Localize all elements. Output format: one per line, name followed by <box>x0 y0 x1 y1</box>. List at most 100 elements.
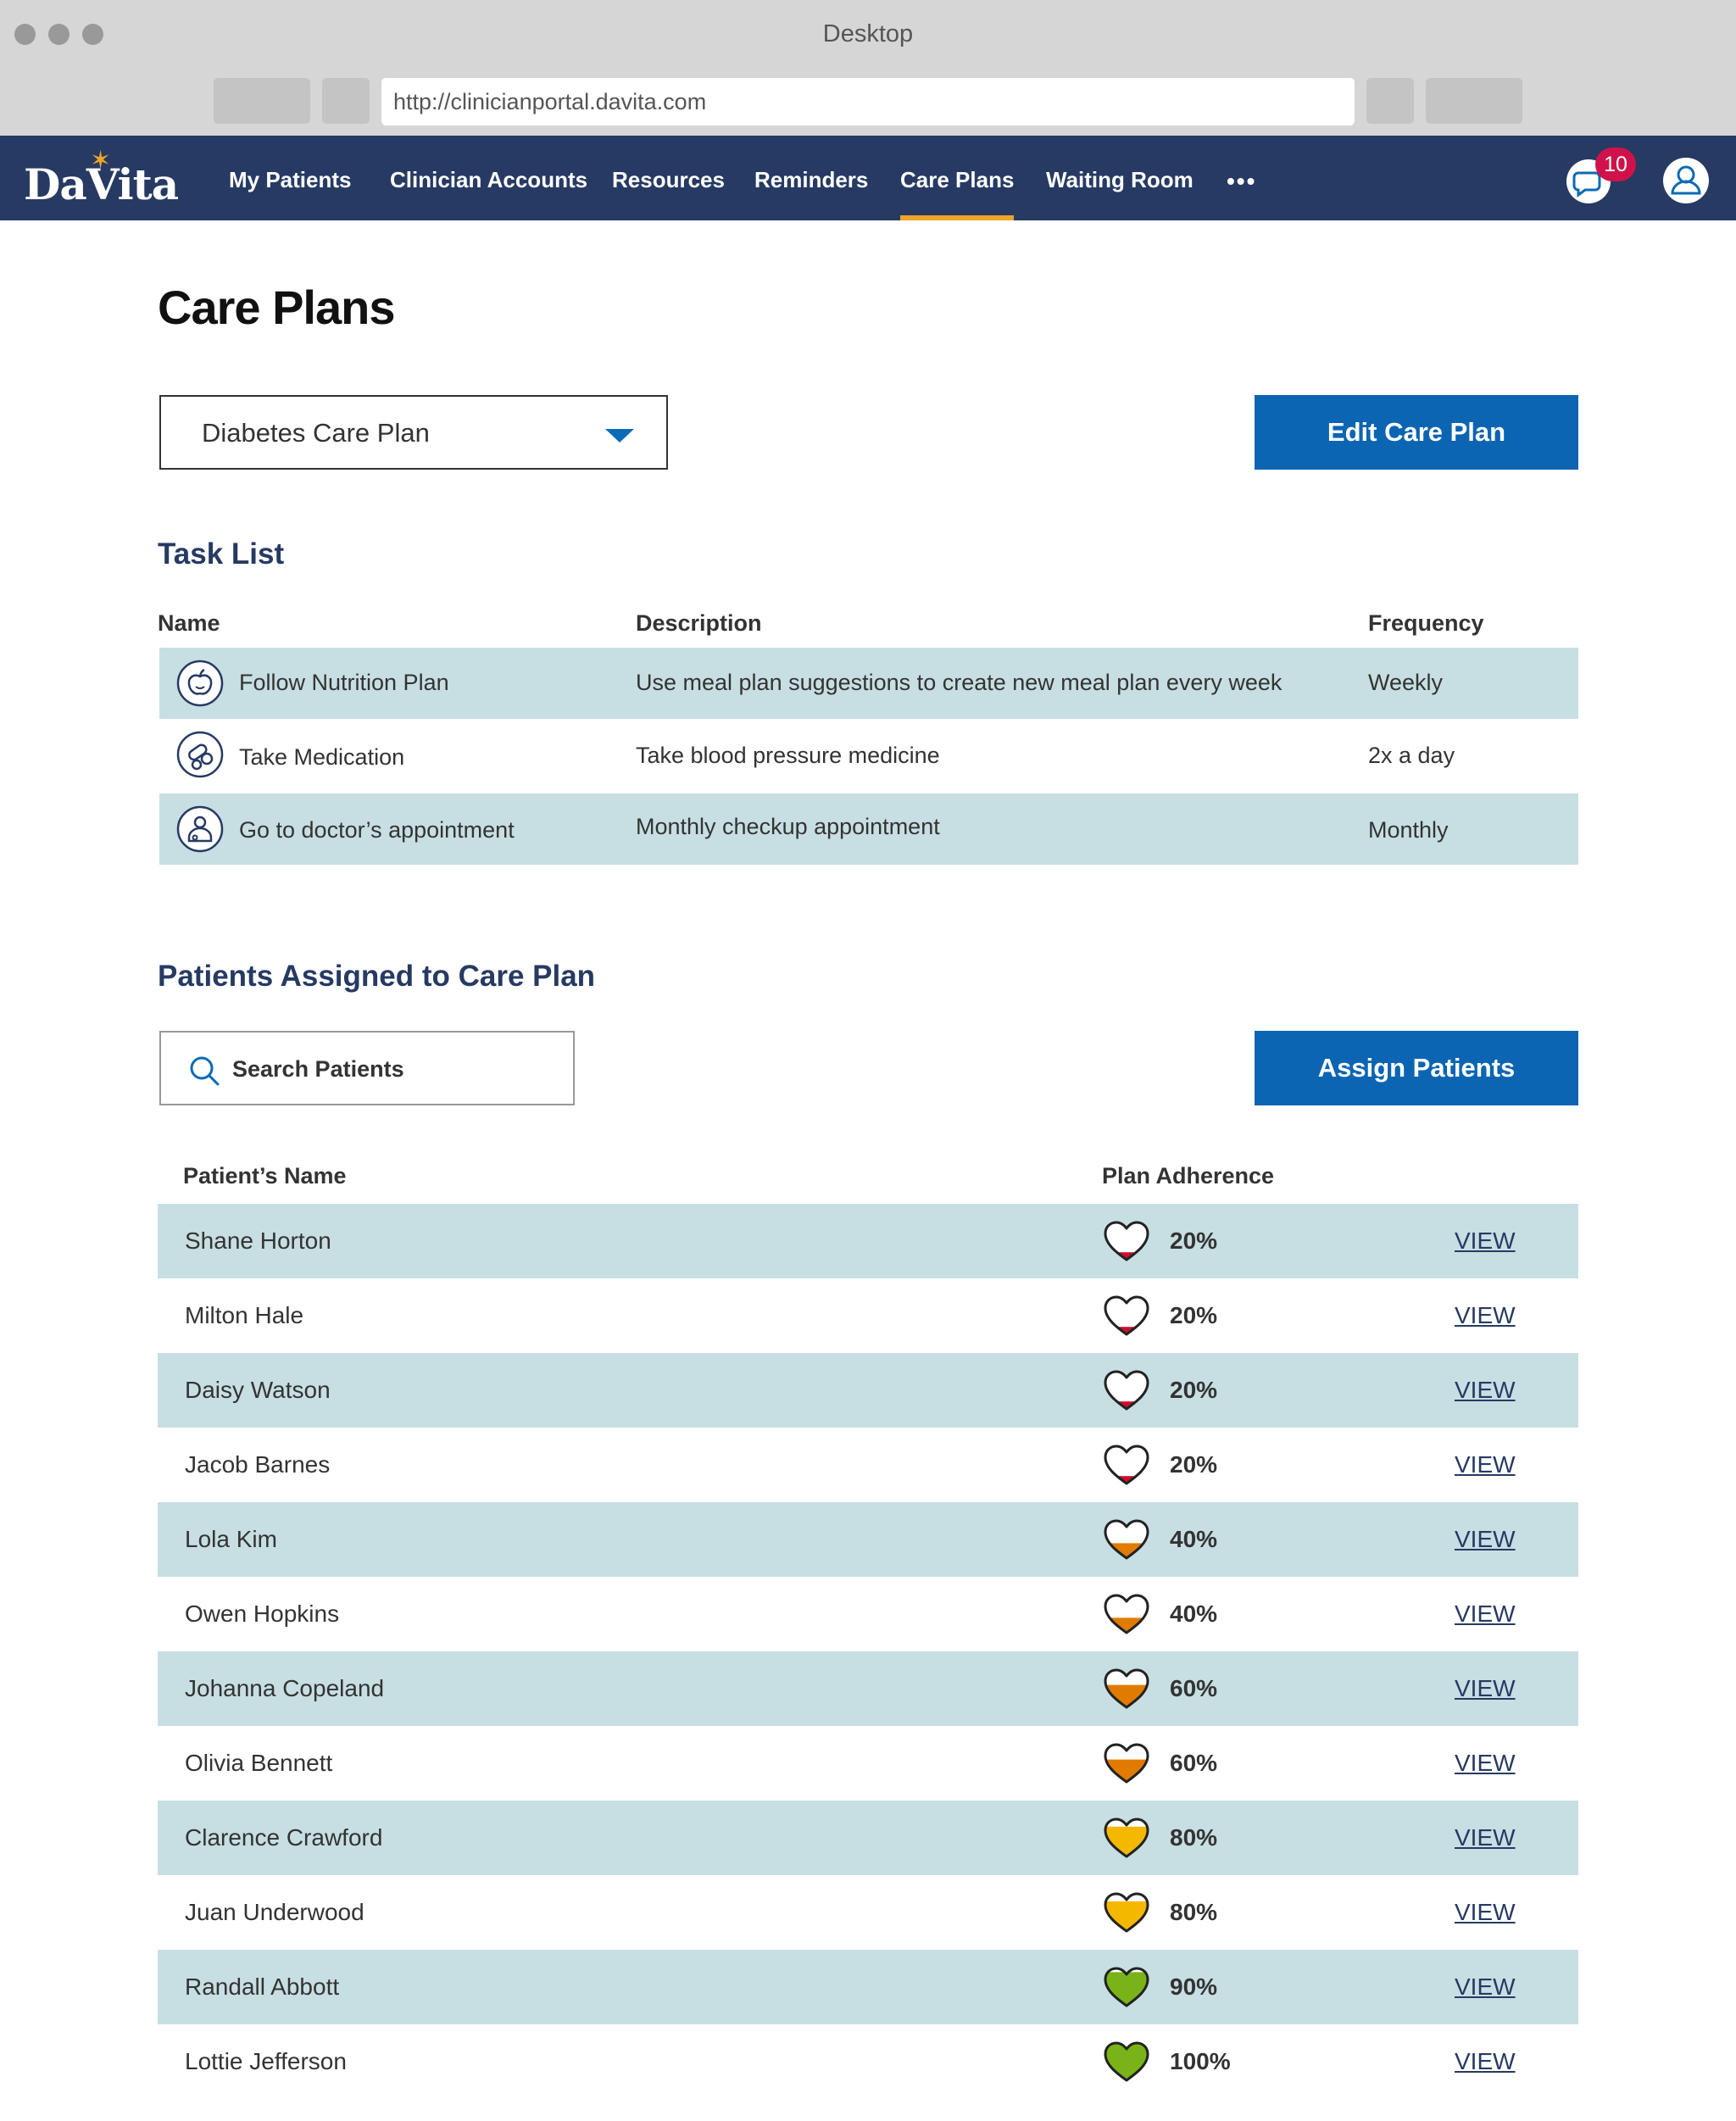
heart-adherence-icon <box>1104 2041 1149 2082</box>
task-frequency: Weekly <box>1368 670 1444 695</box>
task-frequency: 2x a day <box>1368 743 1455 768</box>
heart-adherence-icon <box>1104 1668 1149 1709</box>
task-frequency: Monthly <box>1368 817 1449 843</box>
task-list-heading: Task List <box>158 537 285 571</box>
adherence-percent: 80% <box>1170 1899 1218 1925</box>
adherence-percent: 20% <box>1170 1228 1218 1254</box>
patient-name: Milton Hale <box>185 1302 304 1328</box>
browser-chrome: Desktop http://clinicianportal.davita.co… <box>0 0 1736 136</box>
heart-adherence-icon <box>1104 1295 1149 1336</box>
adherence-percent: 40% <box>1170 1600 1218 1627</box>
view-patient-link[interactable]: VIEW <box>1455 1726 1516 1801</box>
task-description: Monthly checkup appointment <box>636 814 940 839</box>
patient-name: Lola Kim <box>185 1526 277 1552</box>
search-patients-input[interactable]: Search Patients <box>159 1031 575 1105</box>
patient-row: Clarence Crawford 80% VIEW <box>158 1801 1578 1875</box>
address-bar[interactable]: http://clinicianportal.davita.com <box>381 78 1355 125</box>
view-patient-link[interactable]: VIEW <box>1455 1204 1516 1278</box>
browser-tabs-button[interactable] <box>1426 78 1522 124</box>
browser-forward-button[interactable] <box>322 78 370 124</box>
patient-name: Shane Horton <box>185 1228 331 1254</box>
page-title: Care Plans <box>158 281 395 334</box>
adherence-percent: 90% <box>1170 1973 1218 2000</box>
logo-star-icon: ✶ <box>90 147 112 175</box>
patient-name: Daisy Watson <box>185 1377 331 1403</box>
patient-name: Randall Abbott <box>185 1973 340 2000</box>
task-name: Take Medication <box>239 744 405 770</box>
view-patient-link[interactable]: VIEW <box>1455 1428 1516 1502</box>
column-header-frequency: Frequency <box>1368 610 1484 636</box>
doctor-icon <box>176 805 224 853</box>
patient-row: Juan Underwood 80% VIEW <box>158 1875 1578 1950</box>
patients-heading: Patients Assigned to Care Plan <box>158 960 596 993</box>
care-plan-dropdown-value: Diabetes Care Plan <box>202 418 430 448</box>
heart-adherence-icon <box>1104 1967 1149 2007</box>
browser-share-button[interactable] <box>1366 78 1414 124</box>
patient-row: Lottie Jefferson 100% VIEW <box>158 2024 1578 2099</box>
heart-adherence-icon <box>1104 1743 1149 1784</box>
adherence-percent: 60% <box>1170 1675 1218 1701</box>
view-patient-link[interactable]: VIEW <box>1455 1353 1516 1428</box>
view-patient-link[interactable]: VIEW <box>1455 2024 1516 2099</box>
user-icon[interactable] <box>1663 158 1709 203</box>
heart-adherence-icon <box>1104 1818 1149 1858</box>
task-row: Take Medication Take blood pressure medi… <box>159 719 1578 790</box>
column-header-description: Description <box>636 610 762 636</box>
view-patient-link[interactable]: VIEW <box>1455 1278 1516 1353</box>
patient-row: Jacob Barnes 20% VIEW <box>158 1428 1578 1502</box>
nav-reminders[interactable]: Reminders <box>754 136 868 220</box>
view-patient-link[interactable]: VIEW <box>1455 1651 1516 1726</box>
adherence-percent: 40% <box>1170 1526 1218 1552</box>
nav-my-patients[interactable]: My Patients <box>229 136 352 220</box>
task-row: Go to doctor’s appointment Monthly check… <box>159 793 1578 865</box>
nav-waiting-room[interactable]: Waiting Room <box>1046 136 1194 220</box>
column-header-plan-adherence: Plan Adherence <box>1102 1163 1275 1189</box>
davita-logo[interactable]: DaVita ✶ <box>24 147 179 209</box>
adherence-percent: 60% <box>1170 1750 1218 1776</box>
task-row: Follow Nutrition Plan Use meal plan sugg… <box>159 648 1578 719</box>
task-description: Use meal plan suggestions to create new … <box>636 670 1283 695</box>
task-description: Take blood pressure medicine <box>636 743 940 768</box>
apple-icon <box>176 660 224 707</box>
patient-name: Olivia Bennett <box>185 1750 333 1776</box>
patient-row: Daisy Watson 20% VIEW <box>158 1353 1578 1428</box>
edit-care-plan-button[interactable]: Edit Care Plan <box>1255 395 1578 470</box>
view-patient-link[interactable]: VIEW <box>1455 1950 1516 2024</box>
patient-row: Johanna Copeland 60% VIEW <box>158 1651 1578 1726</box>
heart-adherence-icon <box>1104 1594 1149 1634</box>
patient-name: Jacob Barnes <box>185 1451 331 1478</box>
view-patient-link[interactable]: VIEW <box>1455 1801 1516 1875</box>
assign-patients-button[interactable]: Assign Patients <box>1255 1031 1578 1105</box>
chevron-down-icon <box>605 429 634 443</box>
patient-name: Owen Hopkins <box>185 1600 340 1627</box>
patient-row: Lola Kim 40% VIEW <box>158 1502 1578 1577</box>
adherence-percent: 20% <box>1170 1302 1218 1328</box>
adherence-percent: 20% <box>1170 1451 1218 1478</box>
patient-name: Johanna Copeland <box>185 1675 385 1701</box>
task-name: Go to doctor’s appointment <box>239 817 515 843</box>
nav-resources[interactable]: Resources <box>612 136 725 220</box>
patient-row: Owen Hopkins 40% VIEW <box>158 1577 1578 1651</box>
view-patient-link[interactable]: VIEW <box>1455 1875 1516 1950</box>
nav-care-plans[interactable]: Care Plans <box>900 136 1015 220</box>
patient-row: Olivia Bennett 60% VIEW <box>158 1726 1578 1801</box>
patient-name: Clarence Crawford <box>185 1824 383 1851</box>
more-dots-icon[interactable]: ••• <box>1227 168 1256 195</box>
pills-icon <box>176 731 224 778</box>
patient-row: Shane Horton 20% VIEW <box>158 1204 1578 1278</box>
column-header-patient-name: Patient’s Name <box>183 1163 347 1189</box>
adherence-percent: 20% <box>1170 1377 1218 1403</box>
search-icon <box>190 1056 220 1086</box>
browser-back-button[interactable] <box>214 78 310 124</box>
view-patient-link[interactable]: VIEW <box>1455 1502 1516 1577</box>
care-plan-dropdown[interactable]: Diabetes Care Plan <box>159 395 668 470</box>
search-placeholder: Search Patients <box>232 1056 404 1082</box>
view-patient-link[interactable]: VIEW <box>1455 1577 1516 1651</box>
window-title: Desktop <box>822 20 914 47</box>
nav-clinician-accounts[interactable]: Clinician Accounts <box>390 136 587 220</box>
adherence-percent: 100% <box>1170 2048 1231 2074</box>
heart-adherence-icon <box>1104 1445 1149 1485</box>
patient-name: Juan Underwood <box>185 1899 364 1925</box>
notification-badge: 10 <box>1595 148 1636 181</box>
patient-row: Randall Abbott 90% VIEW <box>158 1950 1578 2024</box>
